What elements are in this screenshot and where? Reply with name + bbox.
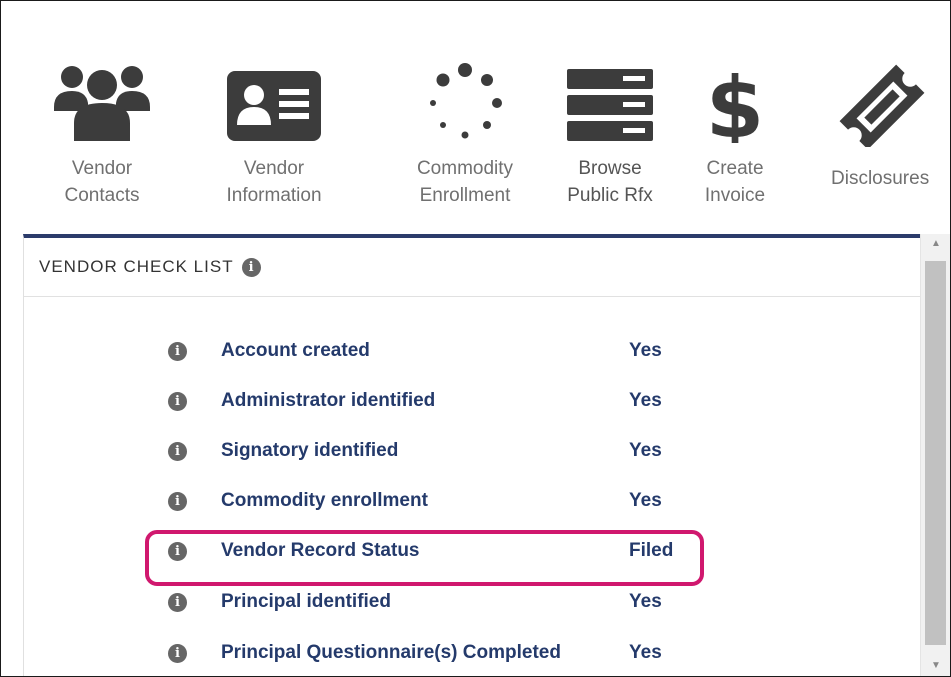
info-icon[interactable]: i bbox=[168, 342, 187, 361]
nav-browse-public-rfx[interactable]: Browse Public Rfx bbox=[553, 53, 667, 213]
nav-label-line2: Public Rfx bbox=[567, 185, 653, 206]
scroll-thumb[interactable] bbox=[925, 261, 946, 645]
nav-label-line2: Invoice bbox=[704, 185, 766, 206]
scroll-up-icon[interactable]: ▲ bbox=[921, 234, 950, 254]
nav-vendor-contacts[interactable]: Vendor Contacts bbox=[51, 53, 153, 213]
dollar-icon: $ bbox=[687, 63, 783, 143]
checklist-row: i Account created Yes bbox=[24, 332, 921, 372]
info-icon[interactable]: i bbox=[241, 257, 261, 277]
checklist-title: VENDOR CHECK LIST bbox=[39, 257, 234, 276]
info-icon[interactable]: i bbox=[168, 492, 187, 511]
checklist-item-label: Signatory identified bbox=[221, 440, 399, 461]
checklist-item-value: Filed bbox=[629, 540, 674, 561]
checklist-item-label: Commodity enrollment bbox=[221, 490, 428, 511]
checklist-item-label: Vendor Record Status bbox=[221, 540, 420, 561]
checklist-header: VENDOR CHECK LIST i bbox=[24, 238, 921, 297]
id-card-icon bbox=[206, 63, 342, 143]
info-icon[interactable]: i bbox=[168, 392, 187, 411]
checklist-row: i Signatory identified Yes bbox=[24, 432, 921, 472]
nav-label-line1: Commodity bbox=[416, 158, 514, 179]
nav-commodity-enrollment[interactable]: Commodity Enrollment bbox=[398, 53, 532, 213]
scroll-down-icon[interactable]: ▼ bbox=[921, 656, 950, 676]
checklist-item-value: Yes bbox=[629, 390, 662, 411]
nav-label-line1: Browse bbox=[578, 158, 642, 179]
nav-label-line1: Vendor bbox=[71, 158, 133, 179]
svg-text:$: $ bbox=[706, 63, 764, 143]
checklist-item-label: Principal identified bbox=[221, 591, 391, 612]
info-icon[interactable]: i bbox=[168, 442, 187, 461]
checklist-item-label: Account created bbox=[221, 340, 370, 361]
app-frame: Vendor Contacts Vendor Information Commo… bbox=[0, 0, 951, 677]
checklist-item-value: Yes bbox=[629, 440, 662, 461]
checklist-item-value: Yes bbox=[629, 642, 662, 663]
checklist-item-value: Yes bbox=[629, 591, 662, 612]
checklist-row: i Principal Questionnaire(s) Completed Y… bbox=[24, 634, 921, 674]
nav-label-line2: Information bbox=[226, 185, 322, 206]
nav-label-line1: Disclosures bbox=[831, 168, 930, 189]
info-icon[interactable]: i bbox=[168, 542, 187, 561]
server-list-icon bbox=[553, 63, 667, 143]
checklist-item-label: Principal Questionnaire(s) Completed bbox=[221, 642, 561, 663]
people-icon bbox=[51, 63, 153, 143]
info-icon[interactable]: i bbox=[168, 644, 187, 663]
nav-label-line1: Create bbox=[706, 158, 764, 179]
checklist-row: i Commodity enrollment Yes bbox=[24, 482, 921, 522]
nav-disclosures[interactable]: Disclosures bbox=[827, 53, 950, 213]
checklist-item-value: Yes bbox=[629, 490, 662, 511]
nav-create-invoice[interactable]: $ Create Invoice bbox=[687, 53, 783, 213]
checklist-row: i Principal identified Yes bbox=[24, 583, 921, 623]
nav-vendor-information[interactable]: Vendor Information bbox=[206, 53, 342, 213]
nav-label-line1: Vendor bbox=[243, 158, 305, 179]
spinner-dots-icon bbox=[398, 63, 532, 143]
ticket-icon bbox=[837, 63, 950, 147]
info-icon[interactable]: i bbox=[168, 593, 187, 612]
checklist-row: i Administrator identified Yes bbox=[24, 382, 921, 422]
checklist-item-value: Yes bbox=[629, 340, 662, 361]
nav-label-line2: Contacts bbox=[64, 185, 140, 206]
checklist-item-label: Administrator identified bbox=[221, 390, 436, 411]
vertical-scrollbar[interactable]: ▲ ▼ bbox=[920, 234, 950, 676]
nav-label-line2: Enrollment bbox=[419, 185, 511, 206]
checklist-row-highlighted: i Vendor Record Status Filed bbox=[24, 532, 921, 572]
vendor-checklist-panel: VENDOR CHECK LIST i i Account created Ye… bbox=[23, 234, 921, 676]
